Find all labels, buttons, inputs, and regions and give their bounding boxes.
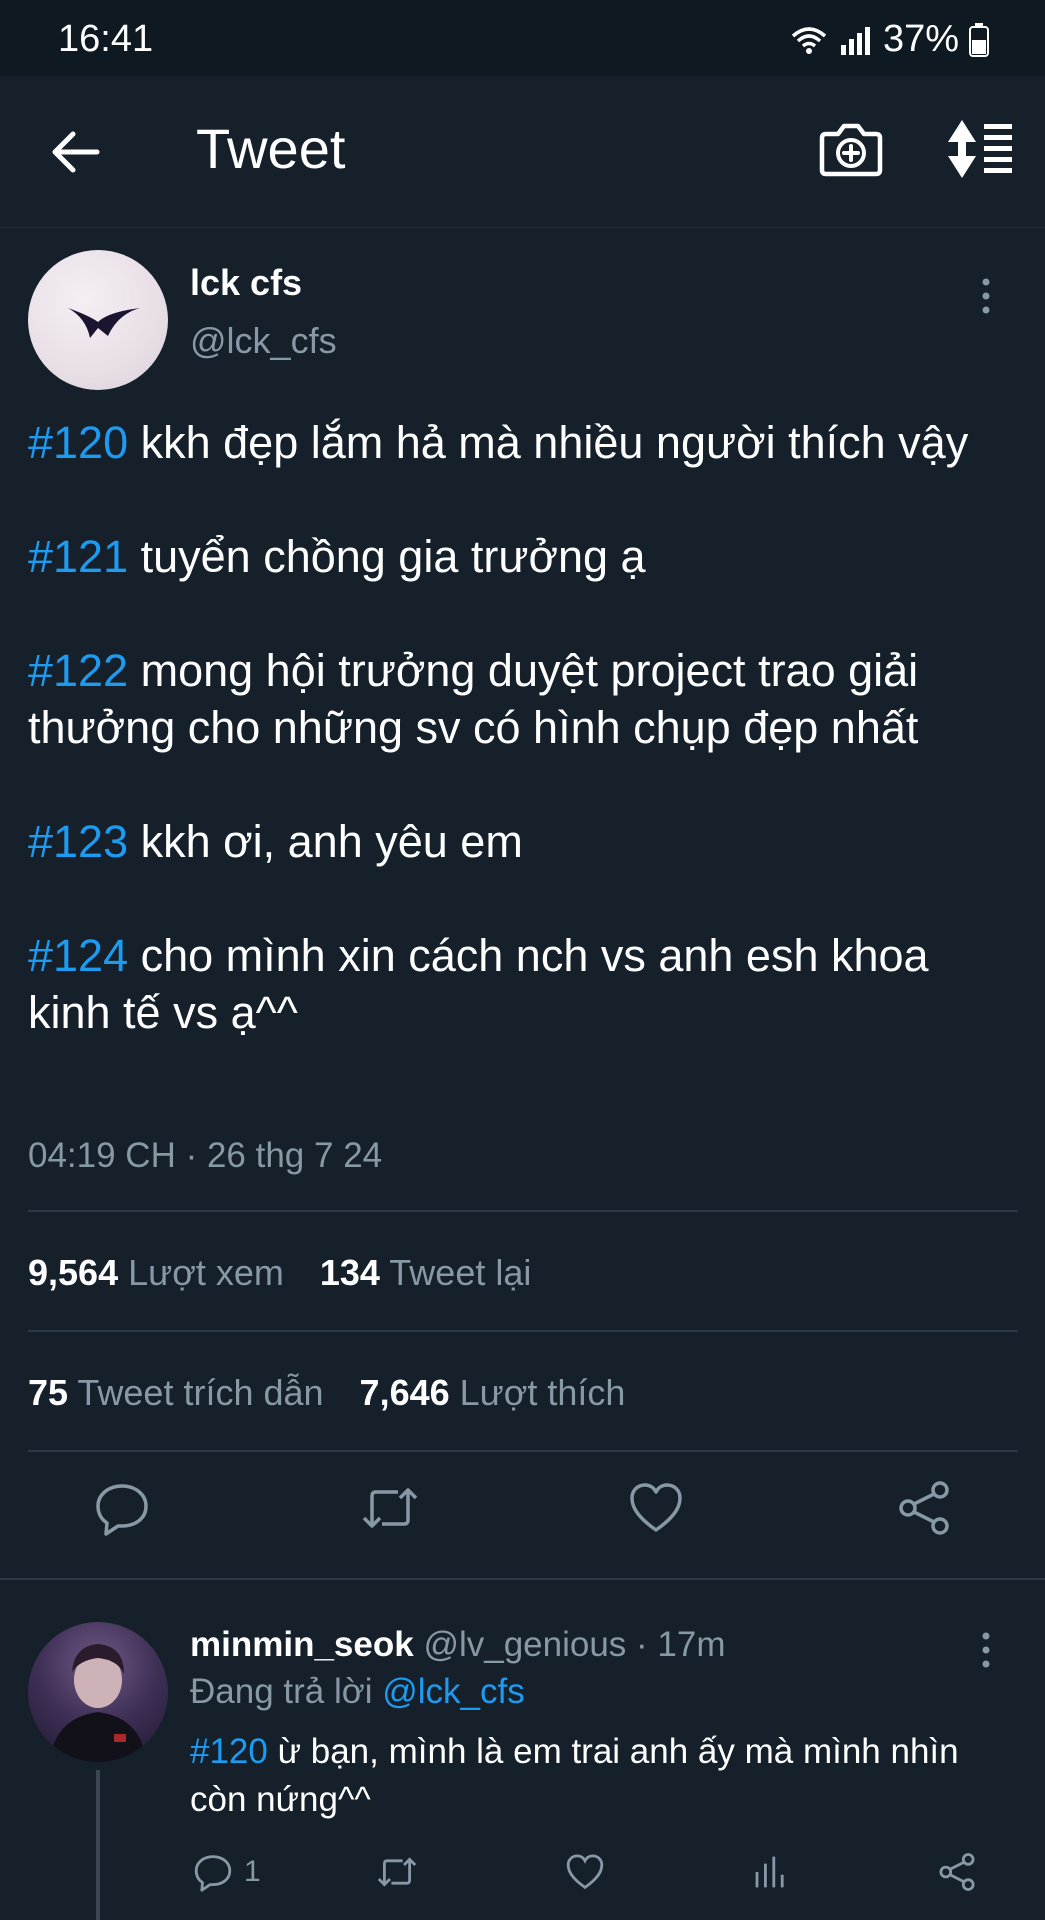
more-vertical-icon <box>982 278 990 314</box>
hashtag-link[interactable]: #122 <box>28 645 128 696</box>
retweet-icon <box>362 1488 418 1528</box>
reply-author-name[interactable]: minmin_seok <box>190 1625 414 1664</box>
retweet-icon <box>377 1857 417 1887</box>
back-button[interactable] <box>46 122 106 182</box>
reply-reply-button[interactable]: 1 <box>192 1842 261 1902</box>
like-button[interactable] <box>626 1478 686 1538</box>
reply-avatar[interactable] <box>28 1622 168 1762</box>
share-icon <box>939 1853 975 1891</box>
hashtag-link[interactable]: #121 <box>28 531 128 582</box>
reply-icon <box>96 1484 148 1536</box>
more-vertical-icon <box>982 1632 990 1668</box>
signal-icon <box>840 26 870 55</box>
paragraph-text: cho mình xin cách nch vs anh esh khoa ki… <box>28 930 929 1038</box>
tweet-timestamp: 04:19 CH · 26 thg 7 24 <box>28 1136 383 1175</box>
retweets-stat[interactable]: 134 Tweet lại <box>320 1252 532 1294</box>
status-bar: 16:41 37% <box>0 0 1045 76</box>
likes-count: 7,646 <box>359 1372 450 1413</box>
reply-separator: · <box>626 1625 658 1664</box>
reply-more-options-button[interactable] <box>976 1630 996 1670</box>
reply-text: #120 ừ bạn, mình là em trai anh ấy mà mì… <box>190 1728 1010 1824</box>
reply-button[interactable] <box>92 1478 152 1538</box>
reply-count: 1 <box>244 1855 261 1888</box>
bird-logo-icon <box>68 308 140 338</box>
views-stat: 9,564 Lượt xem <box>28 1252 284 1294</box>
quotes-count: 75 <box>28 1372 69 1413</box>
tweet-paragraph: #121 tuyển chồng gia trưởng ạ <box>28 528 1018 585</box>
tweet-paragraph: #122 mong hội trưởng duyệt project trao … <box>28 642 1018 756</box>
views-label: Lượt xem <box>128 1252 284 1293</box>
author-name[interactable]: lck cfs <box>190 262 302 304</box>
reply-author-handle[interactable]: @lv_genious <box>423 1625 626 1664</box>
reply-retweet-button[interactable] <box>376 1842 418 1902</box>
tweet-paragraph: #124 cho mình xin cách nch vs anh esh kh… <box>28 927 1018 1041</box>
tweet-paragraph: #120 kkh đẹp lắm hả mà nhiều người thích… <box>28 414 1018 471</box>
battery-percent: 37% <box>882 18 959 60</box>
author-avatar[interactable] <box>28 250 168 390</box>
paragraph-text: tuyển chồng gia trưởng ạ <box>128 531 646 582</box>
retweets-count: 134 <box>319 1252 380 1293</box>
battery-icon <box>969 22 989 57</box>
divider <box>28 1330 1018 1332</box>
status-icons: 37% <box>789 18 989 61</box>
stats-row-views: 9,564 Lượt xem 134 Tweet lại <box>28 1252 531 1294</box>
views-count: 9,564 <box>28 1252 119 1293</box>
likes-stat[interactable]: 7,646 Lượt thích <box>360 1372 626 1414</box>
reply-header: minmin_seok @lv_genious · 17m <box>190 1625 726 1665</box>
heart-icon <box>630 1483 682 1532</box>
heart-icon <box>566 1854 604 1890</box>
share-icon <box>899 1481 949 1535</box>
author-handle[interactable]: @lck_cfs <box>190 320 337 362</box>
reply-analytics-button[interactable] <box>750 1842 792 1902</box>
paragraph-text: mong hội trưởng duyệt project trao giải … <box>28 645 919 753</box>
sort-arrows-icon <box>948 120 1012 178</box>
camera-button[interactable] <box>818 116 884 182</box>
tweet-paragraph: #123 kkh ơi, anh yêu em <box>28 813 1018 870</box>
tweet-text: #120 kkh đẹp lắm hả mà nhiều người thích… <box>28 414 1018 1041</box>
reply-actions: 1 <box>0 1842 1045 1902</box>
page-title: Tweet <box>196 117 346 180</box>
reply-like-button[interactable] <box>564 1842 606 1902</box>
quotes-stat[interactable]: 75 Tweet trích dẫn <box>28 1372 324 1414</box>
reply-time: 17m <box>657 1625 726 1664</box>
divider <box>28 1210 1018 1212</box>
replying-prefix: Đang trả lời <box>190 1672 383 1711</box>
tweet-actions <box>0 1478 1045 1558</box>
analytics-icon <box>755 1856 784 1888</box>
paragraph-text: kkh ơi, anh yêu em <box>128 816 523 867</box>
hashtag-link[interactable]: #123 <box>28 816 128 867</box>
stats-row-quotes: 75 Tweet trích dẫn 7,646 Lượt thích <box>28 1372 625 1414</box>
retweet-button[interactable] <box>360 1478 420 1538</box>
hashtag-link[interactable]: #120 <box>28 417 128 468</box>
camera-plus-icon <box>819 123 883 177</box>
arrow-left-icon <box>52 131 100 173</box>
hashtag-link[interactable]: #120 <box>190 1732 268 1771</box>
paragraph-text: kkh đẹp lắm hả mà nhiều người thích vậy <box>128 417 969 468</box>
hashtag-link[interactable]: #124 <box>28 930 128 981</box>
quotes-label: Tweet trích dẫn <box>77 1372 324 1413</box>
share-button[interactable] <box>894 1478 954 1538</box>
replying-to: Đang trả lời @lck_cfs <box>190 1672 525 1712</box>
likes-label: Lượt thích <box>459 1372 626 1413</box>
reply-share-button[interactable] <box>936 1842 978 1902</box>
divider <box>28 1450 1018 1452</box>
status-time: 16:41 <box>58 18 154 60</box>
mention-link[interactable]: @lck_cfs <box>382 1672 525 1711</box>
user-photo-icon <box>50 1644 146 1762</box>
sort-button[interactable] <box>944 116 1014 182</box>
more-options-button[interactable] <box>976 276 996 316</box>
wifi-icon <box>791 26 827 54</box>
retweets-label: Tweet lại <box>389 1252 532 1293</box>
reply-icon <box>194 1855 232 1892</box>
section-divider <box>0 1578 1045 1580</box>
top-app-bar: Tweet <box>0 76 1045 228</box>
reply-body: ừ bạn, mình là em trai anh ấy mà mình nh… <box>190 1732 959 1819</box>
